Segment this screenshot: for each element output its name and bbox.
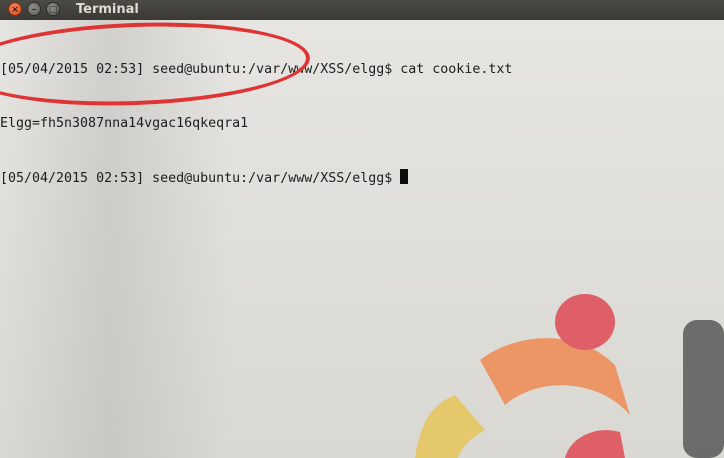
maximize-icon: □: [48, 5, 58, 15]
terminal-prompt: [05/04/2015 02:53] seed@ubuntu:/var/www/…: [0, 171, 401, 186]
terminal-prompt-line[interactable]: [05/04/2015 02:53] seed@ubuntu:/var/www/…: [0, 169, 512, 187]
maximize-button[interactable]: □: [46, 2, 60, 16]
logo-orange-arc: [480, 338, 630, 415]
terminal-line: Elgg=fh5n3087nna14vgac16qkeqra1: [0, 116, 249, 131]
close-button[interactable]: ×: [8, 2, 22, 16]
logo-red-lower: [565, 430, 625, 458]
window-title: Terminal: [76, 2, 139, 17]
logo-red-dot: [555, 294, 615, 350]
minimize-icon: –: [31, 5, 37, 15]
title-bar[interactable]: × – □ Terminal: [0, 0, 724, 20]
terminal-window: × – □ Terminal [05/04/2015 02:53] seed@u…: [0, 0, 724, 458]
close-icon: ×: [11, 5, 19, 15]
cursor: [400, 169, 409, 184]
logo-yellow-arc: [415, 395, 485, 458]
minimize-button[interactable]: –: [27, 2, 41, 16]
terminal-area[interactable]: [05/04/2015 02:53] seed@ubuntu:/var/www/…: [0, 20, 724, 458]
logo-dark-bar: [683, 320, 724, 458]
